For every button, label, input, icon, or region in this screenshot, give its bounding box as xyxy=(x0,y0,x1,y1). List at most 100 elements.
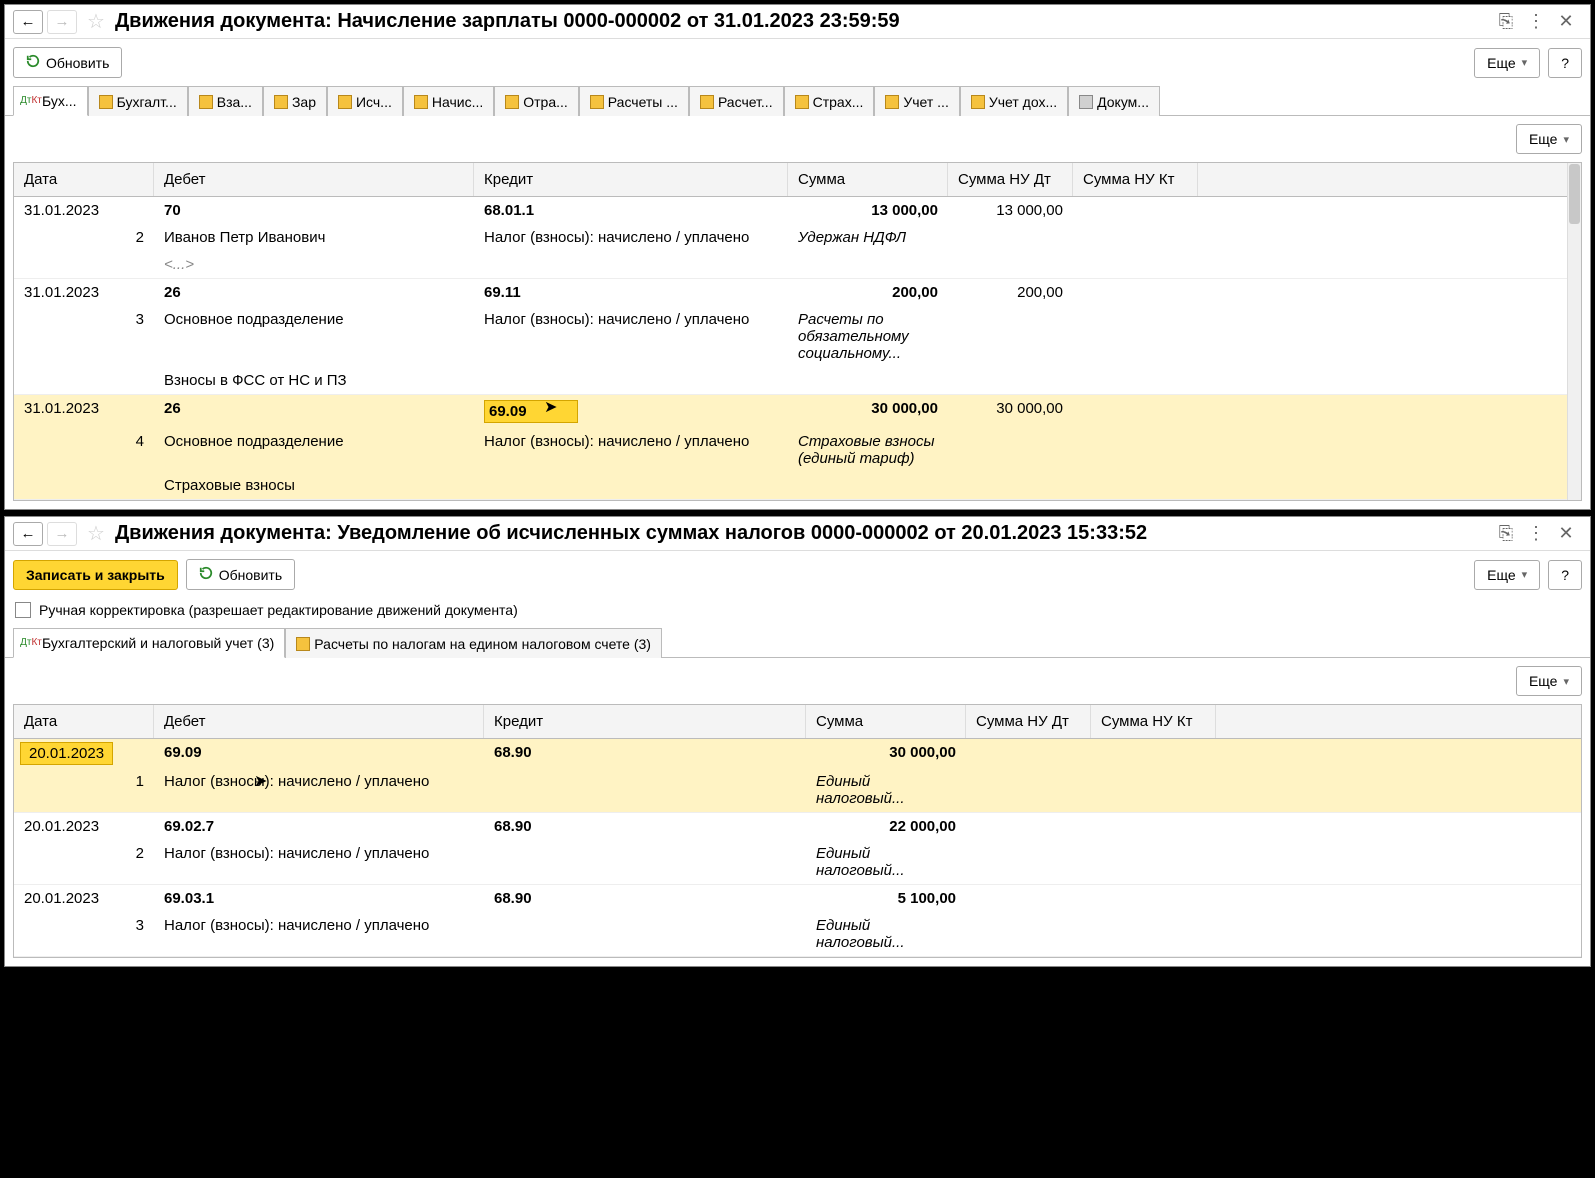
cell-credit-account: 68.90 xyxy=(484,739,806,766)
register-tabs: ДтКт Бухгалтерский и налоговый учет (3) … xyxy=(5,628,1590,658)
cell-credit-subconto: Налог (взносы): начислено / уплачено xyxy=(474,224,788,251)
nav-back-button[interactable]: ← xyxy=(13,522,43,546)
tab-accounting[interactable]: ДтКт Бух... xyxy=(13,86,88,116)
tab-3[interactable]: Зар xyxy=(263,86,327,116)
close-icon[interactable]: ✕ xyxy=(1556,524,1576,544)
cell-date: 20.01.2023 xyxy=(14,813,114,840)
grid-more-label: Еще xyxy=(1529,673,1558,689)
table-row[interactable]: 20.01.2023 69.02.7 68.90 22 000,00 2 Нал… xyxy=(14,813,1581,885)
help-button[interactable]: ? xyxy=(1548,560,1582,590)
refresh-button[interactable]: Обновить xyxy=(186,559,295,590)
window-payroll-movements: ← → ☆ Движения документа: Начисление зар… xyxy=(4,4,1591,510)
header-nukt[interactable]: Сумма НУ Кт xyxy=(1073,163,1198,196)
tab-2[interactable]: Вза... xyxy=(188,86,263,116)
grid-body: 31.01.2023 70 68.01.1 13 000,00 13 000,0… xyxy=(14,197,1581,500)
tab-tax-calc[interactable]: Расчеты по налогам на едином налоговом с… xyxy=(285,628,662,658)
nav-back-button[interactable]: ← xyxy=(13,10,43,34)
tab-label: Расчеты ... xyxy=(608,94,678,110)
grid-more-button[interactable]: Еще xyxy=(1516,124,1582,154)
header-debit[interactable]: Дебет xyxy=(154,163,474,196)
header-date[interactable]: Дата xyxy=(14,705,154,738)
cell-sum: 30 000,00 xyxy=(788,395,948,422)
more-button[interactable]: Еще xyxy=(1474,560,1540,590)
cell-date-active[interactable]: 20.01.2023 xyxy=(14,739,154,768)
cell-nudt: 30 000,00 xyxy=(948,395,1073,422)
cell-row-number: 3 xyxy=(114,306,154,333)
cell-date: 20.01.2023 xyxy=(14,885,114,912)
tab-6[interactable]: Отра... xyxy=(494,86,579,116)
tab-accounting[interactable]: ДтКт Бухгалтерский и налоговый учет (3) xyxy=(13,628,285,658)
cell-row-number: 4 xyxy=(114,428,154,455)
cell-sum: 200,00 xyxy=(788,279,948,306)
cell-desc: Страховые взносы (единый тариф) xyxy=(788,428,948,472)
save-and-close-button[interactable]: Записать и закрыть xyxy=(13,560,178,590)
menu-dots-icon[interactable]: ⋮ xyxy=(1526,12,1546,32)
favorite-star-icon[interactable]: ☆ xyxy=(83,521,109,546)
cell-row-number: 1 xyxy=(114,768,154,795)
cell-row-number: 2 xyxy=(114,224,154,251)
register-icon xyxy=(1079,95,1093,109)
more-button[interactable]: Еще xyxy=(1474,48,1540,78)
cell-sum: 22 000,00 xyxy=(806,813,966,840)
cell-sum: 5 100,00 xyxy=(806,885,966,912)
grid-more-button[interactable]: Еще xyxy=(1516,666,1582,696)
tab-12[interactable]: Докум... xyxy=(1068,86,1160,116)
table-row[interactable]: 20.01.2023 69.03.1 68.90 5 100,00 3 Нало… xyxy=(14,885,1581,957)
nav-forward-button[interactable]: → xyxy=(47,10,77,34)
tab-label: Учет дох... xyxy=(989,94,1057,110)
refresh-button[interactable]: Обновить xyxy=(13,47,122,78)
header-sum[interactable]: Сумма xyxy=(788,163,948,196)
manual-adjustment-checkbox[interactable] xyxy=(15,602,31,618)
cell-credit-subconto: Налог (взносы): начислено / уплачено xyxy=(474,428,788,455)
link-icon[interactable]: ⎘ xyxy=(1496,524,1516,544)
cell-desc: Удержан НДФЛ xyxy=(788,224,948,251)
tab-11[interactable]: Учет дох... xyxy=(960,86,1068,116)
register-icon xyxy=(99,95,113,109)
help-button[interactable]: ? xyxy=(1548,48,1582,78)
cell-credit-account: 69.11 xyxy=(474,279,788,306)
tab-4[interactable]: Исч... xyxy=(327,86,403,116)
cell-debit-subconto: Основное подразделение xyxy=(154,306,474,333)
table-row-selected[interactable]: 31.01.2023 26 69.09 ➤ 30 000,00 30 000,0… xyxy=(14,395,1581,500)
close-icon[interactable]: ✕ xyxy=(1556,12,1576,32)
tab-10[interactable]: Учет ... xyxy=(874,86,959,116)
scrollbar[interactable] xyxy=(1567,163,1581,500)
table-row-selected[interactable]: 20.01.2023 69.09 68.90 30 000,00 1 Налог… xyxy=(14,739,1581,813)
header-sum[interactable]: Сумма xyxy=(806,705,966,738)
header-nudt[interactable]: Сумма НУ Дт xyxy=(966,705,1091,738)
header-debit[interactable]: Дебет xyxy=(154,705,484,738)
register-icon xyxy=(505,95,519,109)
more-label: Еще xyxy=(1487,567,1516,583)
tab-label: Вза... xyxy=(217,94,252,110)
cell-row-number: 3 xyxy=(114,912,154,939)
cell-credit-account-active[interactable]: 69.09 ➤ xyxy=(474,395,788,428)
tab-5[interactable]: Начис... xyxy=(403,86,494,116)
scroll-thumb[interactable] xyxy=(1569,164,1580,224)
link-icon[interactable]: ⎘ xyxy=(1496,12,1516,32)
header-nudt[interactable]: Сумма НУ Дт xyxy=(948,163,1073,196)
table-row[interactable]: 31.01.2023 70 68.01.1 13 000,00 13 000,0… xyxy=(14,197,1581,279)
table-row[interactable]: 31.01.2023 26 69.11 200,00 200,00 3 Осно… xyxy=(14,279,1581,395)
header-nukt[interactable]: Сумма НУ Кт xyxy=(1091,705,1216,738)
tab-label: Бухгалтерский и налоговый учет (3) xyxy=(42,635,274,651)
nav-forward-button[interactable]: → xyxy=(47,522,77,546)
grid-header-row: Дата Дебет Кредит Сумма Сумма НУ Дт Сумм… xyxy=(14,705,1581,739)
tab-9[interactable]: Страх... xyxy=(784,86,875,116)
tab-1[interactable]: Бухгалт... xyxy=(88,86,188,116)
header-date[interactable]: Дата xyxy=(14,163,154,196)
cell-debit-extra: Страховые взносы xyxy=(154,472,474,499)
tab-8[interactable]: Расчет... xyxy=(689,86,784,116)
register-icon xyxy=(274,95,288,109)
grid-body: 20.01.2023 69.09 68.90 30 000,00 1 Налог… xyxy=(14,739,1581,957)
titlebar: ← → ☆ Движения документа: Начисление зар… xyxy=(5,5,1590,39)
tab-label: Расчеты по налогам на едином налоговом с… xyxy=(314,636,651,652)
menu-dots-icon[interactable]: ⋮ xyxy=(1526,524,1546,544)
dtkt-icon: ДтКт xyxy=(24,636,38,650)
register-icon xyxy=(795,95,809,109)
refresh-label: Обновить xyxy=(219,567,282,583)
header-credit[interactable]: Кредит xyxy=(484,705,806,738)
favorite-star-icon[interactable]: ☆ xyxy=(83,9,109,34)
tab-7[interactable]: Расчеты ... xyxy=(579,86,689,116)
header-credit[interactable]: Кредит xyxy=(474,163,788,196)
cell-debit-extra: <...> xyxy=(154,251,474,278)
